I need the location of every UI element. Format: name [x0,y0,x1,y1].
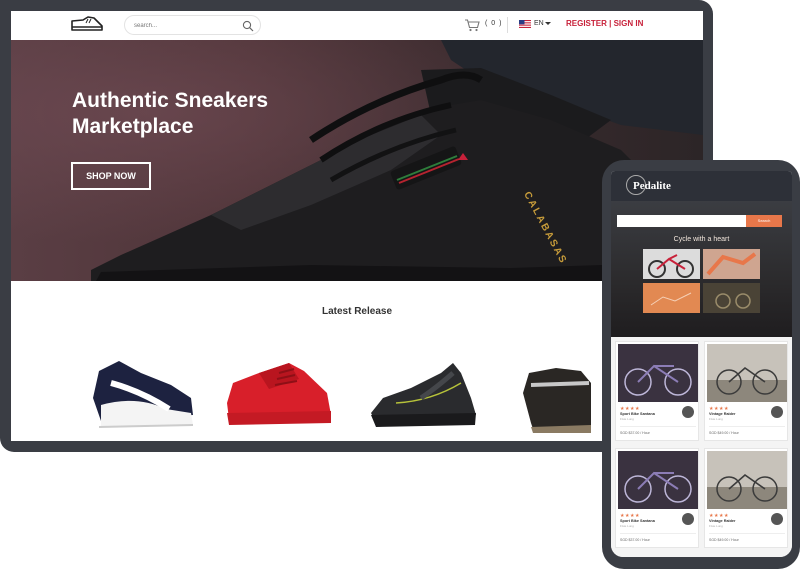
category-tile-3[interactable] [643,283,700,313]
register-link[interactable]: REGISTER [566,19,607,28]
site-header: ( 0 ) EN REGISTER | SIGN IN [11,11,703,40]
mobile-search-input[interactable] [617,215,746,227]
cyclist-photo [648,254,694,278]
caret-down-icon[interactable] [545,22,551,25]
category-tile-4[interactable] [703,283,760,313]
auth-links: REGISTER | SIGN IN [566,19,643,28]
listing-name: Vintage Raider [709,412,736,416]
mobile-listing-grid: ★★★★ Sport Bike Santana Fixie Lung SGD $… [611,337,792,557]
listing-owner: Fixie Lung [620,417,634,421]
sneaker-logo-icon[interactable] [69,13,105,35]
listing-card[interactable]: ★★★★ Sport Bike Santana Fixie Lung SGD $… [615,341,699,441]
card-divider [709,426,785,427]
bike-photo [707,344,787,402]
card-divider [620,533,696,534]
mobile-tagline: Cycle with a heart [673,236,730,243]
us-flag-icon[interactable] [519,20,531,28]
latest-release-section: Latest Release [11,281,703,441]
category-tile-1[interactable] [643,249,700,279]
listing-price: SGD $37.00 / Hour [620,538,650,542]
product-card-black-runner[interactable] [361,343,481,433]
listing-card[interactable]: ★★★★ Sport Bike Santana Fixie Lung SGD $… [615,448,699,548]
product-card-suede-boot[interactable] [511,343,591,433]
listing-owner: Fixie Lung [709,524,723,528]
orange-bike-photo [650,292,692,306]
search-box [124,15,261,35]
listing-name: Sport Bike Santana [620,412,655,416]
cart-icon[interactable] [464,18,480,32]
bike-detail-photo [706,252,757,276]
sneaker-photo [91,40,703,281]
listing-price: SGD $37.00 / Hour [620,431,650,435]
listing-price: SGD $49.00 / Hour [709,538,739,542]
cart-count[interactable]: ( 0 ) [485,20,502,27]
desktop-screen: ( 0 ) EN REGISTER | SIGN IN [11,11,703,441]
showcase: ( 0 ) EN REGISTER | SIGN IN [0,0,800,569]
avatar[interactable] [771,406,783,418]
avatar[interactable] [682,513,694,525]
search-icon[interactable] [242,20,254,32]
hero-title: Authentic Sneakers Marketplace [72,88,332,140]
avatar[interactable] [771,513,783,525]
bike-photo [618,344,698,402]
bike-photo [707,451,787,509]
product-card-puma[interactable] [81,343,201,433]
listing-price: SGD $49.00 / Hour [709,431,739,435]
listing-card[interactable]: ★★★★ Vintage Raider Fixie Lung SGD $49.0… [704,448,788,548]
bike-photo [618,451,698,509]
mobile-header: Pedalite [611,171,792,201]
mobile-hero: Search Cycle with a heart [611,201,792,337]
card-divider [709,533,785,534]
language-selector[interactable]: EN [534,20,544,27]
category-tile-2[interactable] [703,249,760,279]
mobile-screen: Pedalite Search Cycle with a heart ★★★★ … [611,171,792,557]
hero-banner: Authentic Sneakers Marketplace SHOP NOW … [11,40,703,281]
listing-card[interactable]: ★★★★ Vintage Raider Fixie Lung SGD $49.0… [704,341,788,441]
signin-link[interactable]: SIGN IN [614,19,644,28]
brand-name[interactable]: Pedalite [633,180,671,192]
listing-owner: Fixie Lung [709,417,723,421]
listing-name: Vintage Raider [709,519,736,523]
avatar[interactable] [682,406,694,418]
section-title: Latest Release [321,306,393,317]
hero-title-line-2: Marketplace [72,115,194,138]
product-card-red-sneaker[interactable] [219,343,339,433]
mobile-search-button[interactable]: Search [746,215,782,227]
listing-name: Sport Bike Santana [620,519,655,523]
card-divider [620,426,696,427]
header-divider [507,17,508,33]
listing-owner: Fixie Lung [620,524,634,528]
auth-separator: | [606,19,614,28]
trail-photo [715,293,751,309]
hero-title-line-1: Authentic Sneakers [72,89,269,112]
mobile-frame: Pedalite Search Cycle with a heart ★★★★ … [602,160,800,569]
shop-now-button[interactable]: SHOP NOW [71,162,151,190]
search-input[interactable] [134,19,234,32]
